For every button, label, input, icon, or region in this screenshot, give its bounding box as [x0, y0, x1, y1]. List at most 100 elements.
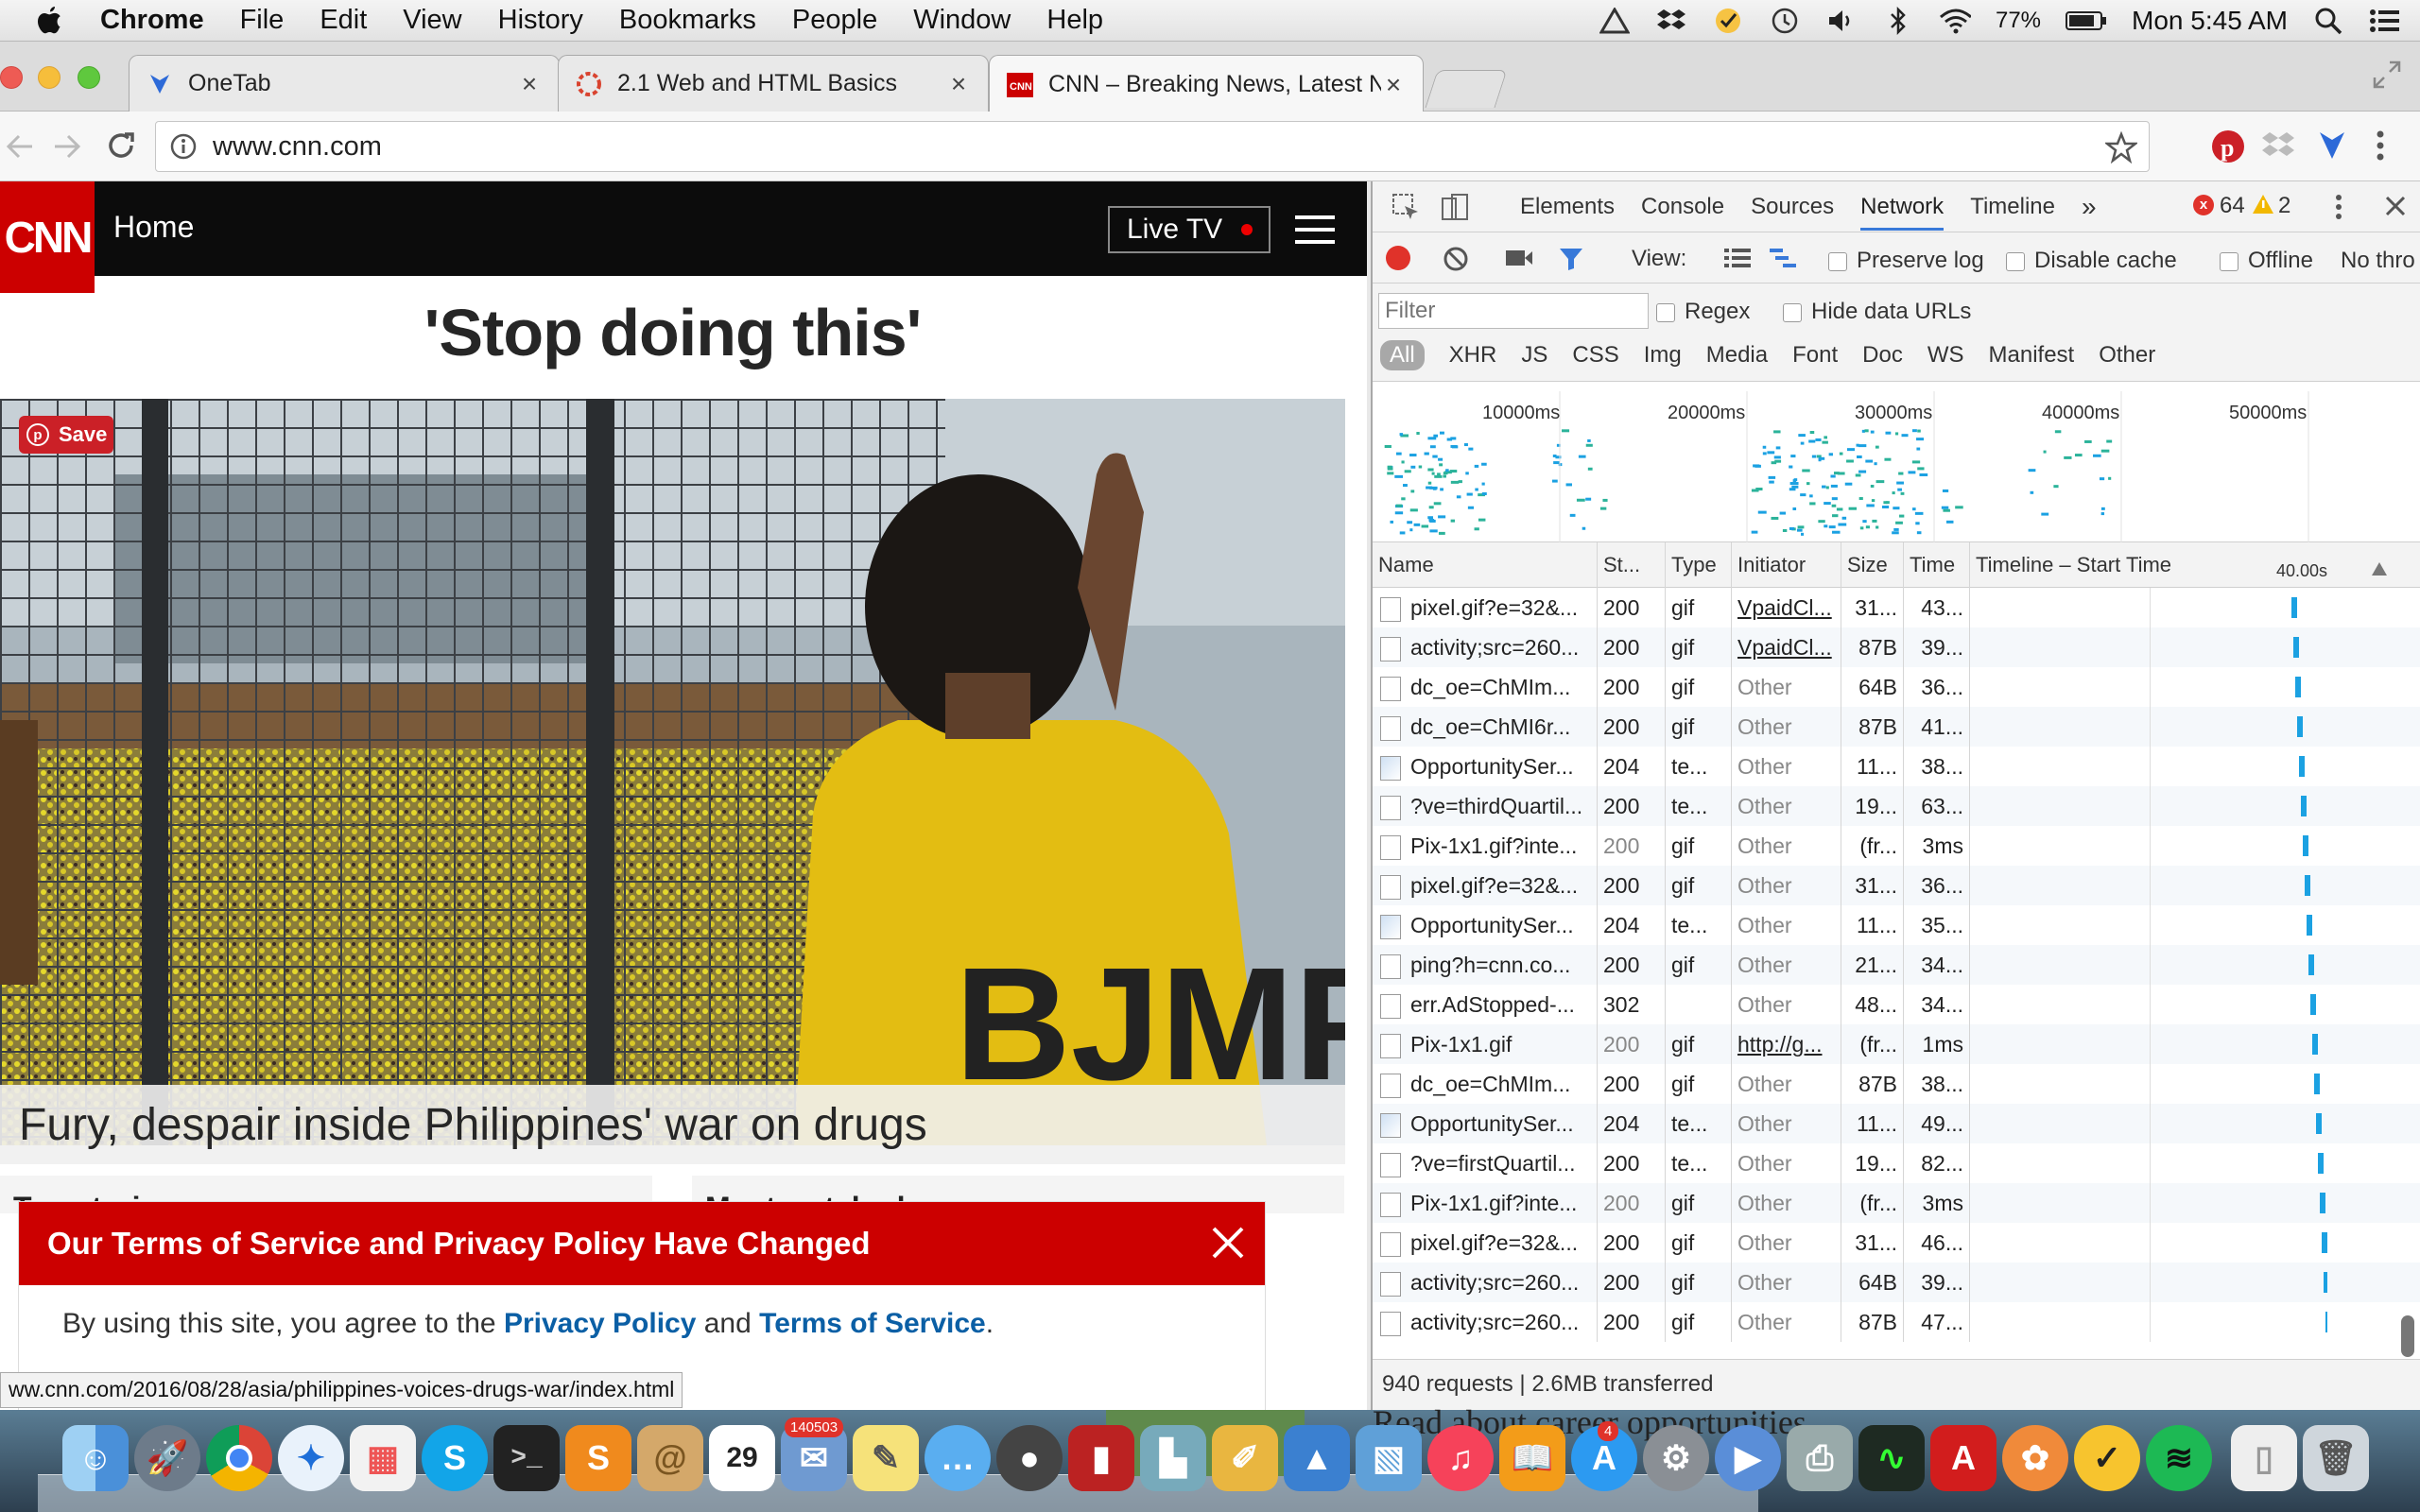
fullscreen-icon[interactable]	[2371, 59, 2403, 91]
network-request-row[interactable]: pixel.gif?e=32&... 200 gif Other 31... 36...	[1373, 866, 2420, 905]
inspect-element-icon[interactable]	[1392, 193, 1420, 228]
zoom-window-button[interactable]	[78, 66, 100, 89]
throttle-select[interactable]: No thro	[2341, 248, 2415, 274]
disable-cache-checkbox[interactable]	[2006, 251, 2025, 271]
menu-people[interactable]: People	[792, 5, 877, 36]
menu-bookmarks[interactable]: Bookmarks	[619, 5, 756, 36]
network-request-row[interactable]: ?ve=firstQuartil... 200 te... Other 19... 82.…	[1373, 1143, 2420, 1183]
pinterest-extension-icon[interactable]: p	[2210, 129, 2246, 169]
filter-manifest[interactable]: Manifest	[1989, 342, 2075, 369]
trash-icon[interactable]: 🗑	[2303, 1425, 2369, 1491]
chrome-icon[interactable]	[206, 1425, 272, 1491]
onetab-extension-icon[interactable]	[2318, 130, 2346, 165]
tab-cnn[interactable]: CNN CNN – Breaking News, Latest N ×	[989, 55, 1424, 113]
url-text[interactable]: www.cnn.com	[213, 131, 382, 163]
close-tab-icon[interactable]: ×	[946, 69, 971, 99]
filter-icon[interactable]	[1558, 246, 1584, 279]
dropbox-extension-icon[interactable]	[2261, 130, 2295, 165]
spotlight-icon[interactable]	[2312, 5, 2344, 37]
wifi-icon[interactable]	[1939, 5, 1971, 37]
preserve-log-option[interactable]: Preserve log	[1828, 248, 1984, 274]
menu-history[interactable]: History	[498, 5, 583, 36]
error-icon[interactable]: x	[2193, 195, 2214, 215]
terms-of-service-link[interactable]: Terms of Service	[759, 1308, 986, 1339]
calendar-icon[interactable]: 29	[709, 1425, 775, 1491]
privacy-policy-link[interactable]: Privacy Policy	[504, 1308, 696, 1339]
tab-onetab[interactable]: OneTab ×	[129, 55, 560, 112]
new-tab-button[interactable]	[1425, 70, 1508, 108]
network-request-row[interactable]: pixel.gif?e=32&... 200 gif VpaidCl... 31... 4…	[1373, 588, 2420, 627]
close-devtools-icon[interactable]	[2384, 195, 2407, 224]
network-request-row[interactable]: Pix-1x1.gif?inte... 200 gif Other (fr... 3ms	[1373, 1183, 2420, 1223]
warning-count[interactable]: 2	[2278, 193, 2290, 219]
col-name[interactable]: Name	[1373, 542, 1598, 588]
printer-icon[interactable]: ⎙	[1787, 1425, 1853, 1491]
disable-cache-option[interactable]: Disable cache	[2006, 248, 2177, 274]
contacts-icon[interactable]: @	[637, 1425, 703, 1491]
clear-icon[interactable]	[1443, 246, 1469, 279]
photos-flower-icon[interactable]: ✿	[2002, 1425, 2068, 1491]
network-request-row[interactable]: err.AdStopped-... 302 Other 48... 34...	[1373, 985, 2420, 1024]
close-window-button[interactable]	[0, 66, 23, 89]
system-preferences-icon[interactable]: ⚙	[1643, 1425, 1709, 1491]
hero-caption[interactable]: Fury, despair inside Philippines' war on…	[0, 1085, 1345, 1164]
bluetooth-icon[interactable]	[1882, 5, 1914, 37]
cnn-logo[interactable]: CNN	[0, 181, 95, 293]
filter-doc[interactable]: Doc	[1862, 342, 1903, 369]
close-tab-icon[interactable]: ×	[517, 69, 542, 99]
large-rows-icon[interactable]	[1724, 248, 1751, 275]
filter-css[interactable]: CSS	[1572, 342, 1618, 369]
itunes-icon[interactable]: ♫	[1427, 1425, 1494, 1491]
page-headline[interactable]: 'Stop doing this'	[0, 295, 1345, 370]
pages-icon[interactable]: ✐	[1212, 1425, 1278, 1491]
regex-checkbox[interactable]	[1656, 302, 1675, 322]
network-overview[interactable]: 10000ms 20000ms 30000ms 40000ms 50000ms	[1373, 391, 2420, 542]
menu-view[interactable]: View	[403, 5, 461, 36]
app-grid-icon[interactable]: ▦	[350, 1425, 416, 1491]
forward-button[interactable]	[51, 130, 83, 167]
filter-ws[interactable]: WS	[1927, 342, 1964, 369]
minimize-window-button[interactable]	[38, 66, 60, 89]
battery-icon[interactable]	[2066, 5, 2107, 37]
devtools-tab-sources[interactable]: Sources	[1751, 194, 1834, 220]
nav-home-link[interactable]: Home	[113, 210, 194, 245]
tab-web-html-basics[interactable]: 2.1 Web and HTML Basics ×	[558, 55, 989, 112]
device-mode-icon[interactable]	[1441, 193, 1469, 228]
col-initiator[interactable]: Initiator	[1732, 542, 1841, 588]
filter-img[interactable]: Img	[1644, 342, 1682, 369]
dropbox-icon[interactable]	[1655, 5, 1687, 37]
record-button[interactable]	[1386, 246, 1410, 270]
filter-media[interactable]: Media	[1706, 342, 1768, 369]
error-count[interactable]: 64	[2220, 193, 2245, 219]
acrobat-icon[interactable]: A	[1930, 1425, 1996, 1491]
filter-js[interactable]: JS	[1521, 342, 1547, 369]
hero-photo[interactable]: BJMP p Save	[0, 399, 1345, 1145]
waterfall-overview-icon[interactable]	[1770, 248, 1798, 275]
network-request-row[interactable]: activity;src=260... 200 gif VpaidCl... 87B 39…	[1373, 627, 2420, 667]
devtools-tab-timeline[interactable]: Timeline	[1970, 194, 2055, 220]
document-stack-icon[interactable]: ▯	[2231, 1425, 2297, 1491]
facetime-icon[interactable]: ▶	[1715, 1425, 1781, 1491]
pinterest-save-button[interactable]: p Save	[19, 416, 113, 454]
network-request-row[interactable]: dc_oe=ChMIm... 200 gif Other 87B 38...	[1373, 1064, 2420, 1104]
network-request-row[interactable]: pixel.gif?e=32&... 200 gif Other 31... 46...	[1373, 1223, 2420, 1263]
offline-checkbox[interactable]	[2220, 251, 2238, 271]
activity-monitor-icon[interactable]: ∿	[1858, 1425, 1925, 1491]
network-request-row[interactable]: OpportunitySer... 204 te... Other 11... 49...	[1373, 1104, 2420, 1143]
volume-icon[interactable]	[1825, 5, 1858, 37]
sort-ascending-icon[interactable]	[2371, 558, 2388, 582]
col-time[interactable]: Time	[1904, 542, 1970, 588]
preview-icon[interactable]: ▧	[1356, 1425, 1422, 1491]
col-size[interactable]: Size	[1841, 542, 1904, 588]
network-request-row[interactable]: ?ve=thirdQuartil... 200 te... Other 19... 63.…	[1373, 786, 2420, 826]
menu-help[interactable]: Help	[1046, 5, 1103, 36]
notification-center-icon[interactable]	[2369, 5, 2401, 37]
checkmark-app-icon[interactable]	[1712, 5, 1744, 37]
col-type[interactable]: Type	[1666, 542, 1732, 588]
launchpad-icon[interactable]: 🚀	[134, 1425, 200, 1491]
warning-icon[interactable]	[2252, 193, 2274, 222]
filter-other[interactable]: Other	[2099, 342, 2155, 369]
skype-icon[interactable]: S	[422, 1425, 488, 1491]
menu-file[interactable]: File	[240, 5, 285, 36]
safari-icon[interactable]: ✦	[278, 1425, 344, 1491]
